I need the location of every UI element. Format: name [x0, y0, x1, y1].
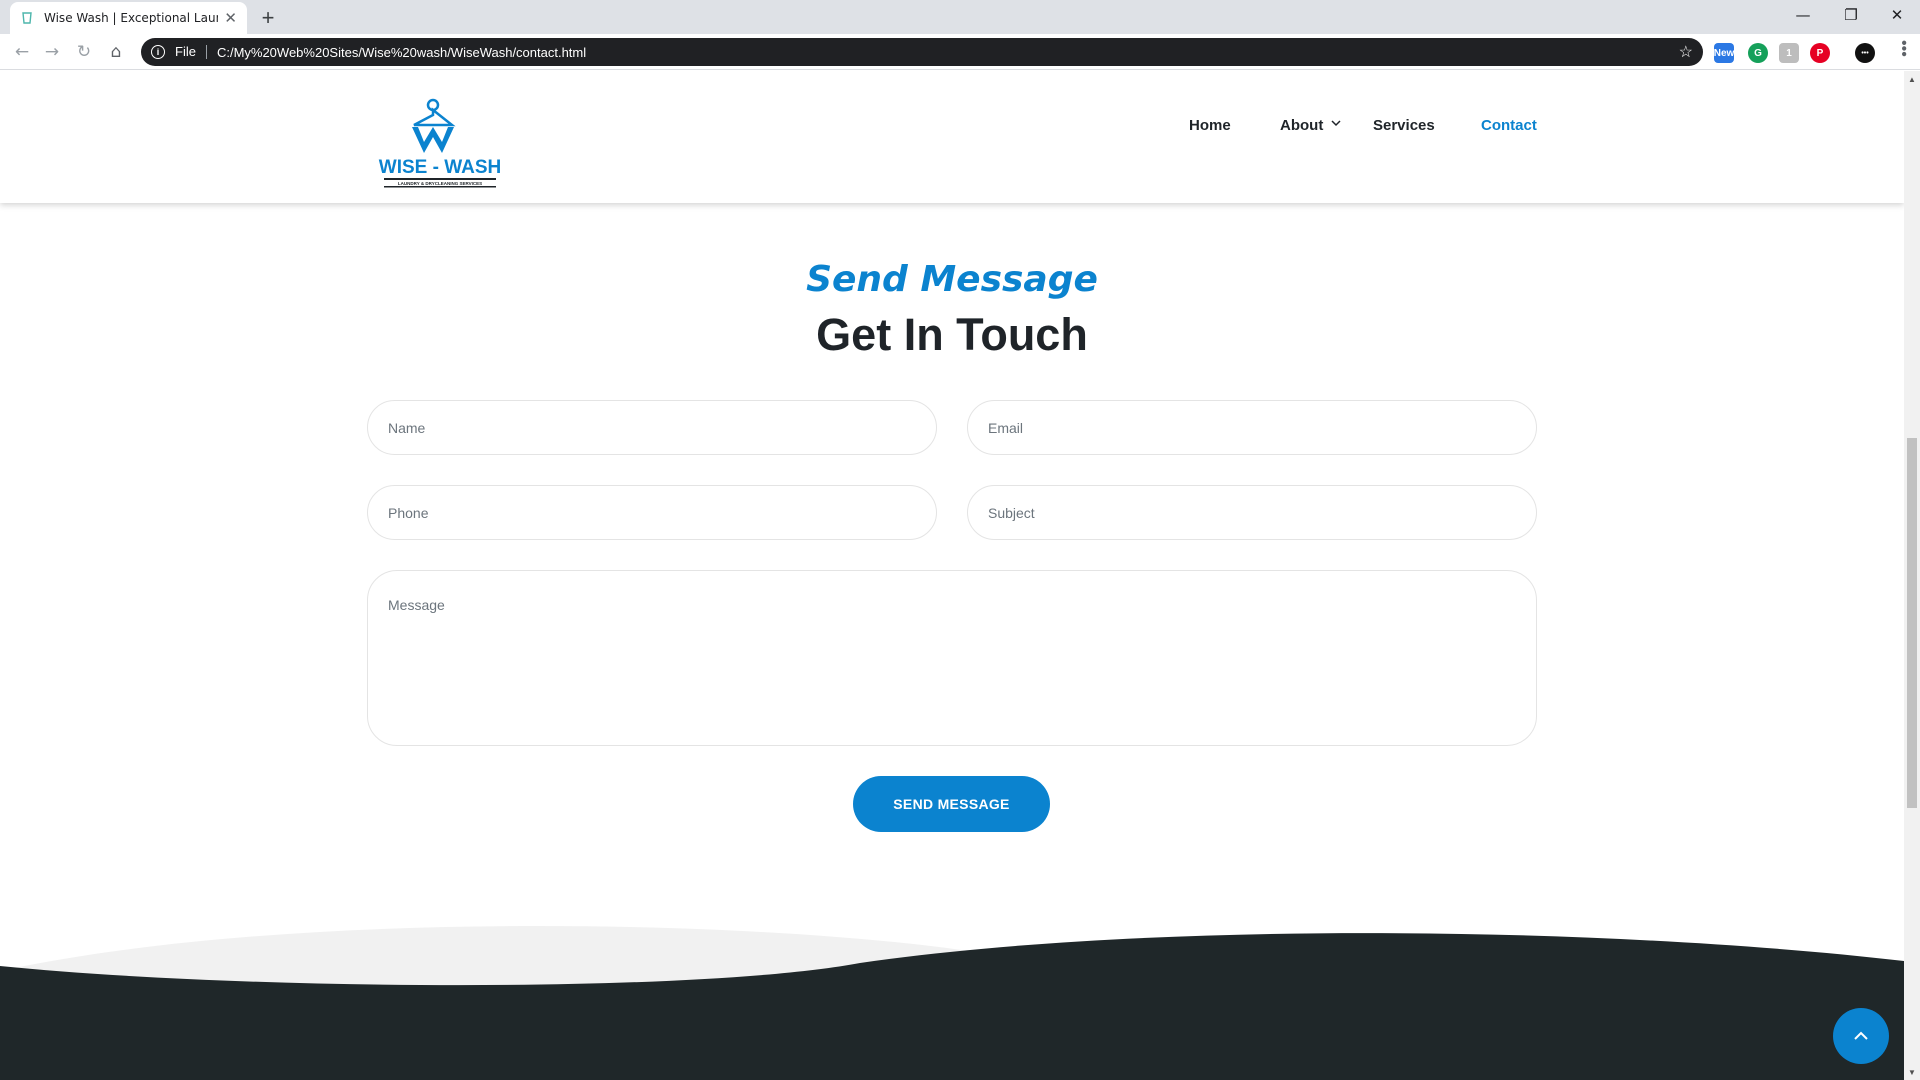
tab-close-icon[interactable]: ✕ [224, 9, 237, 27]
phone-placeholder: Phone [388, 504, 429, 521]
email-placeholder: Email [988, 419, 1024, 436]
info-icon[interactable]: i [151, 45, 165, 59]
section-subtitle: Send Message [806, 259, 1098, 300]
subject-placeholder: Subject [988, 504, 1035, 521]
site-logo[interactable]: WISE - WASH LAUNDRY & DRYCLEANING SERVIC… [378, 97, 502, 189]
chevron-up-icon [1854, 1031, 1868, 1040]
home-icon[interactable]: ⌂ [104, 41, 128, 63]
scroll-down-arrow-icon[interactable]: ▼ [1904, 1064, 1920, 1080]
browser-menu-icon[interactable]: ••• [1894, 40, 1912, 57]
name-field[interactable]: Name [367, 400, 937, 455]
address-bar[interactable]: i File C:/My%20Web%20Sites/Wise%20wash/W… [141, 38, 1703, 66]
close-window-button[interactable]: ✕ [1874, 0, 1920, 30]
news-extension-icon[interactable]: New [1714, 43, 1734, 63]
site-header: WISE - WASH LAUNDRY & DRYCLEANING SERVIC… [0, 71, 1904, 203]
bookmark-star-icon[interactable]: ☆ [1679, 42, 1693, 62]
scroll-up-arrow-icon[interactable]: ▲ [1904, 71, 1920, 87]
site-favicon-icon [20, 11, 34, 25]
new-tab-button[interactable]: + [254, 4, 282, 32]
email-field[interactable]: Email [967, 400, 1537, 455]
profile-extension-icon[interactable]: ••• [1855, 43, 1875, 63]
browser-tab[interactable]: Wise Wash | Exceptional Laundry ✕ [10, 2, 247, 34]
back-to-top-button[interactable] [1833, 1008, 1889, 1064]
minimize-button[interactable]: — [1780, 0, 1826, 30]
page-scrollbar[interactable]: ▲ ▼ [1904, 71, 1920, 1080]
page-title: Get In Touch [816, 309, 1088, 360]
url-text[interactable]: C:/My%20Web%20Sites/Wise%20wash/WiseWash… [217, 45, 586, 60]
nav-home[interactable]: Home [1189, 117, 1231, 134]
phone-field[interactable]: Phone [367, 485, 937, 540]
footer-wave [0, 926, 1904, 1080]
nav-about-label: About [1280, 117, 1324, 134]
restore-button[interactable]: ❐ [1828, 0, 1874, 30]
message-textarea[interactable]: Message [367, 570, 1537, 746]
puzzle-extension-icon[interactable]: 1 [1779, 43, 1799, 63]
reload-icon[interactable]: ↻ [72, 41, 96, 63]
name-placeholder: Name [388, 419, 426, 436]
grammarly-extension-icon[interactable]: G [1748, 43, 1768, 63]
nav-services[interactable]: Services [1373, 117, 1435, 134]
page-viewport: WISE - WASH LAUNDRY & DRYCLEANING SERVIC… [0, 71, 1904, 1080]
browser-toolbar: ← → ↻ ⌂ i File C:/My%20Web%20Sites/Wise%… [0, 34, 1920, 70]
message-placeholder: Message [388, 597, 445, 613]
tab-title: Wise Wash | Exceptional Laundry [44, 11, 218, 25]
back-icon[interactable]: ← [10, 41, 34, 63]
browser-tab-bar: Wise Wash | Exceptional Laundry ✕ + — ❐ … [0, 0, 1920, 34]
forward-icon[interactable]: → [40, 41, 64, 63]
subject-field[interactable]: Subject [967, 485, 1537, 540]
nav-contact[interactable]: Contact [1481, 117, 1537, 134]
logo-tagline: LAUNDRY & DRYCLEANING SERVICES [398, 181, 482, 186]
scroll-thumb[interactable] [1907, 438, 1917, 808]
chevron-down-icon [1330, 120, 1341, 127]
pinterest-extension-icon[interactable]: P [1810, 43, 1830, 63]
scheme-label: File [175, 45, 207, 59]
send-message-button[interactable]: SEND MESSAGE [853, 776, 1050, 832]
logo-wordmark: WISE - WASH [379, 157, 501, 178]
nav-about[interactable]: About [1280, 117, 1341, 134]
